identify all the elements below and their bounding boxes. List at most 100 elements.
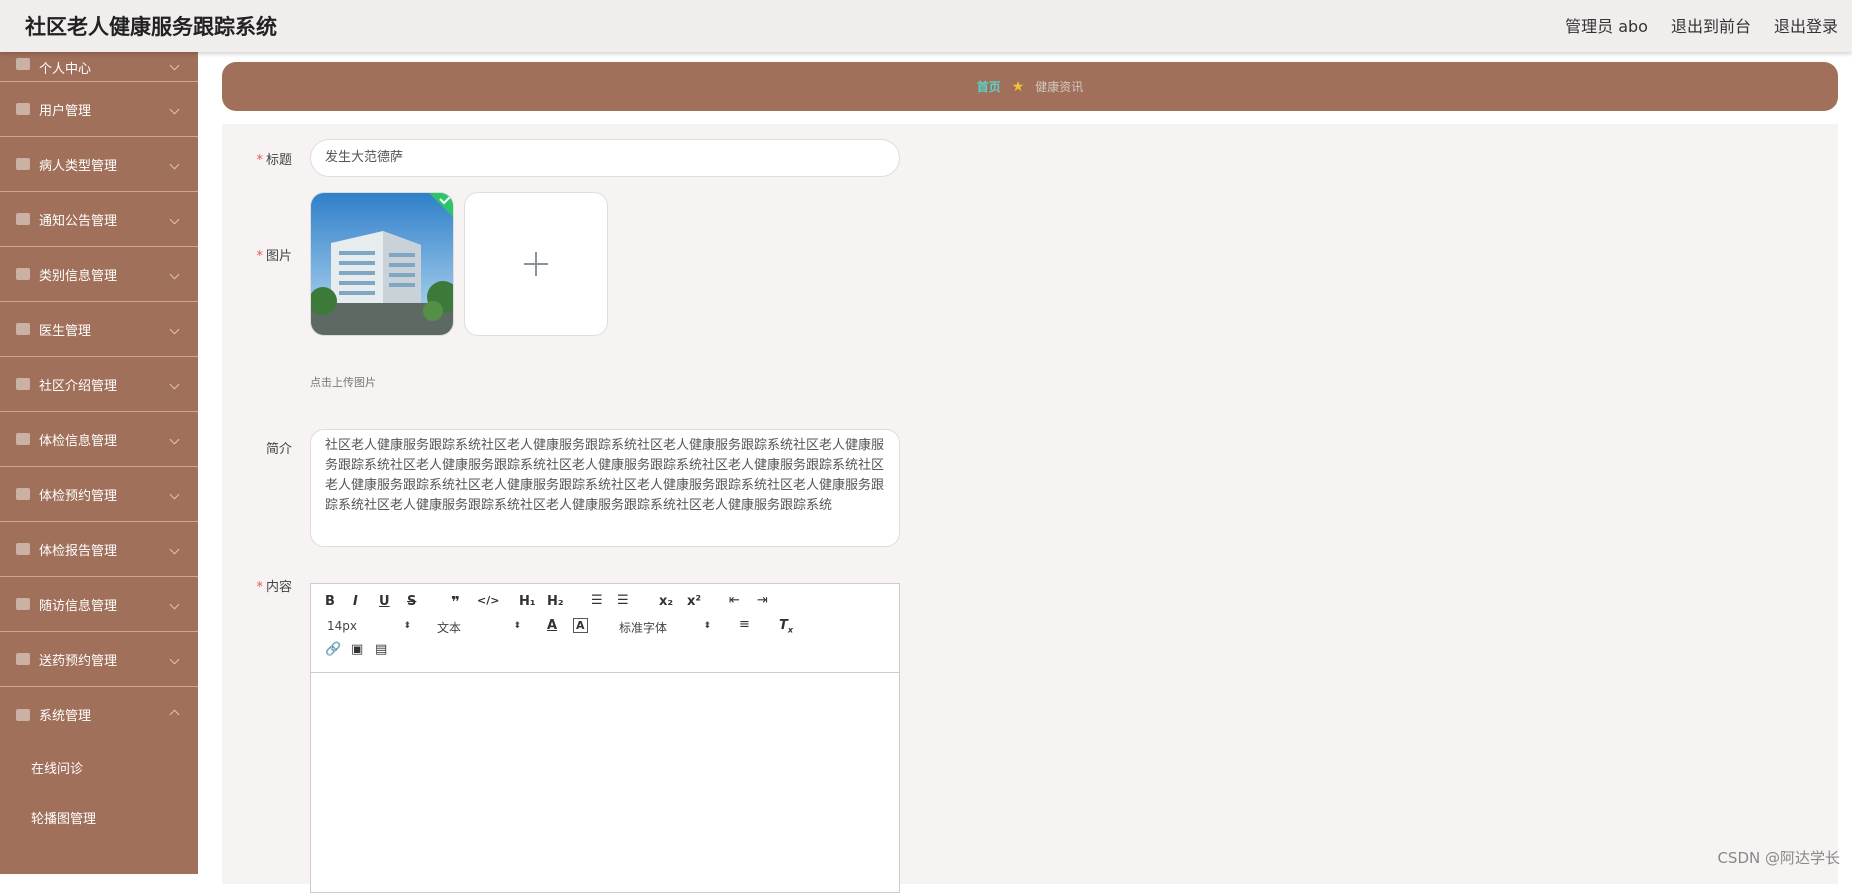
breadcrumb: 首页 ★ 健康资讯: [222, 62, 1838, 111]
sidebar-item-label: 个人中心: [39, 62, 92, 77]
sidebar-item-doctor[interactable]: 医生管理: [0, 302, 198, 357]
sidebar-item-label: 体检信息管理: [39, 433, 118, 449]
sidebar-item-label: 体检预约管理: [39, 488, 118, 504]
sidebar-item-label: 系统管理: [39, 709, 92, 724]
sidebar-item-label: 送药预约管理: [39, 653, 118, 669]
chevron-down-icon: [169, 489, 180, 499]
back-to-frontend-link[interactable]: 退出到前台: [1671, 13, 1751, 37]
sidebar: 个人中心 用户管理 病人类型管理 通知公告管理 类别信息管理 医生管理 社区介绍…: [0, 52, 198, 874]
title-input[interactable]: 发生大范德萨: [310, 139, 900, 177]
sidebar-item-followup[interactable]: 随访信息管理: [0, 577, 198, 632]
sidebar-item-label: 病人类型管理: [39, 158, 118, 174]
sidebar-item-checkup-report[interactable]: 体检报告管理: [0, 522, 198, 577]
user-icon: [16, 58, 30, 70]
chevron-down-icon: [169, 159, 180, 169]
underline-icon[interactable]: U: [379, 594, 390, 609]
flag-icon: [16, 488, 30, 500]
breadcrumb-home[interactable]: 首页: [977, 78, 1001, 95]
video-icon[interactable]: ▤: [375, 642, 387, 657]
bullet-list-icon[interactable]: ☰: [617, 593, 629, 608]
top-bar: 社区老人健康服务跟踪系统 管理员 abo 退出到前台 退出登录: [0, 0, 1852, 52]
blockquote-icon[interactable]: ❞: [451, 593, 460, 611]
heading2-icon[interactable]: H₂: [547, 594, 564, 609]
sidebar-subitem-carousel[interactable]: 轮播图管理: [0, 792, 198, 842]
heading1-icon[interactable]: H₁: [519, 594, 536, 609]
align-icon[interactable]: ≡: [739, 617, 750, 632]
app-title: 社区老人健康服务跟踪系统: [25, 15, 277, 39]
sidebar-item-category[interactable]: 类别信息管理: [0, 247, 198, 302]
background-color-icon[interactable]: A: [573, 618, 588, 633]
bell-icon: [16, 378, 30, 390]
grid-icon: [16, 268, 30, 280]
sidebar-item-user-management[interactable]: 用户管理: [0, 82, 198, 137]
chevron-up-icon: [169, 709, 180, 720]
superscript-icon[interactable]: x²: [687, 594, 701, 609]
select-caret-icon: ⬍: [513, 621, 521, 631]
admin-user-link[interactable]: 管理员 abo: [1565, 13, 1648, 37]
header-links: 管理员 abo 退出到前台 退出登录: [1565, 13, 1838, 37]
power-icon: [16, 653, 30, 665]
sidebar-item-community[interactable]: 社区介绍管理: [0, 357, 198, 412]
sidebar-item-label: 体检报告管理: [39, 543, 118, 559]
chevron-down-icon: [169, 60, 180, 71]
italic-icon[interactable]: I: [353, 594, 358, 609]
sidebar-item-personal-center[interactable]: 个人中心: [0, 52, 198, 82]
sidebar-item-medicine-booking[interactable]: 送药预约管理: [0, 632, 198, 687]
hospital-building-image: [311, 193, 453, 335]
image-icon[interactable]: ▣: [351, 642, 363, 657]
editor-toolbar: B I U S ❞ </> H₁ H₂ ☰ ☰ x₂ x² ⇤ ⇥ 14px ⬍ …: [311, 584, 899, 673]
header-select[interactable]: 文本 ⬍: [437, 619, 521, 636]
sidebar-item-notice[interactable]: 通知公告管理: [0, 192, 198, 247]
font-family-value: 标准字体: [619, 621, 668, 635]
sidebar-item-system[interactable]: 系统管理: [0, 687, 198, 742]
clipboard-icon: [16, 543, 30, 555]
outdent-icon[interactable]: ⇤: [729, 593, 740, 608]
font-size-value: 14px: [327, 619, 357, 633]
sidebar-item-label: 社区介绍管理: [39, 378, 118, 394]
header-select-value: 文本: [437, 621, 462, 635]
sidebar-item-patient-type[interactable]: 病人类型管理: [0, 137, 198, 192]
chevron-down-icon: [169, 654, 180, 664]
main-content: 首页 ★ 健康资讯 * 标题 发生大范德萨 * 图片 点击上传图片 简介 社区老…: [198, 52, 1852, 893]
font-size-select[interactable]: 14px ⬍: [327, 619, 411, 633]
chevron-down-icon: [169, 544, 180, 554]
chevron-down-icon: [169, 434, 180, 444]
plus-icon: [524, 252, 548, 276]
font-color-icon[interactable]: A: [547, 618, 557, 633]
sidebar-item-label: 通知公告管理: [39, 213, 118, 229]
title-label: * 标题: [256, 153, 292, 168]
sidebar-item-checkup-info[interactable]: 体检信息管理: [0, 412, 198, 467]
code-icon[interactable]: </>: [477, 594, 499, 607]
link-icon[interactable]: 🔗: [325, 642, 341, 657]
chevron-down-icon: [169, 379, 180, 389]
chevron-down-icon: [169, 269, 180, 279]
uploaded-image[interactable]: [310, 192, 454, 336]
briefcase-icon: [16, 323, 30, 335]
breadcrumb-current: 健康资讯: [1035, 80, 1084, 94]
rich-text-editor: B I U S ❞ </> H₁ H₂ ☰ ☰ x₂ x² ⇤ ⇥ 14px ⬍ …: [310, 583, 900, 893]
send-icon: [16, 598, 30, 610]
upload-image-button[interactable]: [464, 192, 608, 336]
strikethrough-icon[interactable]: S: [407, 594, 416, 609]
indent-icon[interactable]: ⇥: [757, 593, 768, 608]
font-family-select[interactable]: 标准字体 ⬍: [619, 619, 711, 636]
subscript-icon[interactable]: x₂: [659, 594, 673, 609]
content-label: * 内容: [256, 580, 292, 595]
select-caret-icon: ⬍: [403, 621, 411, 631]
sidebar-item-label: 用户管理: [39, 103, 92, 119]
intro-textarea[interactable]: 社区老人健康服务跟踪系统社区老人健康服务跟踪系统社区老人健康服务跟踪系统社区老人…: [310, 429, 900, 547]
editor-content-area[interactable]: [311, 673, 899, 893]
sidebar-subitem-online-consult[interactable]: 在线问诊: [0, 742, 198, 792]
logout-link[interactable]: 退出登录: [1774, 13, 1838, 37]
frame-icon: [16, 213, 30, 225]
clear-format-icon[interactable]: Tx: [779, 618, 793, 635]
bold-icon[interactable]: B: [325, 594, 335, 609]
chat-icon: [16, 708, 30, 721]
id-card-icon: [16, 103, 30, 115]
ordered-list-icon[interactable]: ☰: [591, 593, 603, 608]
intro-label: 简介: [265, 442, 292, 457]
watermark-text: CSDN @阿达学长: [1717, 849, 1840, 867]
chevron-down-icon: [169, 599, 180, 609]
sidebar-item-checkup-booking[interactable]: 体检预约管理: [0, 467, 198, 522]
upload-hint: 点击上传图片: [310, 376, 376, 389]
